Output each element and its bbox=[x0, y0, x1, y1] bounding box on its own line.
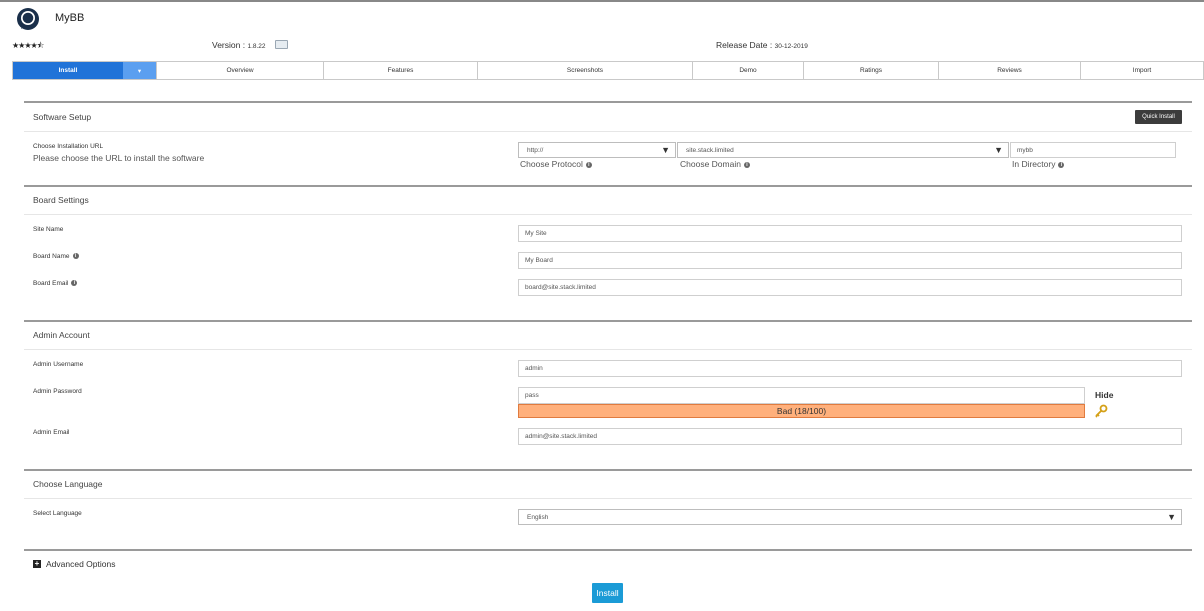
language-value: English bbox=[527, 513, 549, 521]
tab-screenshots[interactable]: Screenshots bbox=[478, 62, 693, 79]
version-value: 1.8.22 bbox=[247, 43, 266, 50]
advanced-options-toggle[interactable]: + Advanced Options bbox=[33, 559, 115, 569]
domain-caption: Choose Domain i bbox=[680, 159, 750, 169]
hide-password-link[interactable]: Hide bbox=[1095, 390, 1113, 400]
info-icon[interactable]: i bbox=[71, 280, 78, 287]
section-subdivider bbox=[24, 214, 1192, 215]
quick-install-button[interactable]: Quick Install bbox=[1135, 110, 1182, 124]
section-subdivider bbox=[24, 349, 1192, 350]
installation-url-label: Choose Installation URL bbox=[33, 143, 104, 150]
board-name-label: Board Name i bbox=[33, 253, 79, 260]
language-select[interactable]: English ▼ bbox=[518, 509, 1182, 525]
board-settings-title: Board Settings bbox=[33, 195, 89, 205]
admin-email-label: Admin Email bbox=[33, 429, 70, 436]
protocol-select[interactable]: http:// ▼ bbox=[518, 142, 676, 158]
plus-icon: + bbox=[33, 559, 41, 568]
protocol-caption: Choose Protocol i bbox=[520, 159, 592, 169]
admin-email-input[interactable]: admin@site.stack.limited bbox=[518, 428, 1182, 445]
section-divider bbox=[24, 469, 1192, 471]
directory-input[interactable]: mybb bbox=[1010, 142, 1176, 158]
software-setup-title: Software Setup bbox=[33, 112, 92, 122]
top-border bbox=[0, 0, 1204, 2]
tab-reviews[interactable]: Reviews bbox=[939, 62, 1081, 79]
version-label: Version : bbox=[212, 40, 246, 50]
installation-url-hint: Please choose the URL to install the sof… bbox=[33, 153, 205, 163]
site-name-label: Site Name bbox=[33, 226, 64, 233]
section-subdivider bbox=[24, 131, 1192, 132]
chevron-down-icon: ▼ bbox=[1167, 512, 1176, 522]
tab-demo[interactable]: Demo bbox=[693, 62, 804, 79]
section-divider bbox=[24, 101, 1192, 103]
changelog-icon[interactable] bbox=[275, 40, 288, 49]
select-language-label: Select Language bbox=[33, 510, 82, 517]
tab-import[interactable]: Import bbox=[1081, 62, 1203, 79]
info-icon[interactable]: i bbox=[1058, 161, 1065, 168]
admin-account-title: Admin Account bbox=[33, 330, 90, 340]
advanced-options-label: Advanced Options bbox=[46, 559, 116, 569]
password-strength-meter: Bad (18/100) bbox=[518, 404, 1085, 418]
app-title: MyBB bbox=[55, 12, 85, 24]
tab-ratings[interactable]: Ratings bbox=[804, 62, 939, 79]
chevron-down-icon: ▼ bbox=[994, 145, 1003, 155]
domain-value: site.stack.limited bbox=[686, 146, 734, 154]
mybb-logo-icon bbox=[17, 8, 39, 30]
rating-stars: ★★★★⯪ bbox=[12, 41, 44, 50]
version-info: Version : 1.8.22 bbox=[212, 40, 266, 50]
key-icon[interactable] bbox=[1094, 404, 1108, 418]
info-icon[interactable]: i bbox=[72, 253, 79, 260]
section-divider bbox=[24, 185, 1192, 187]
section-subdivider bbox=[24, 498, 1192, 499]
section-divider bbox=[24, 549, 1192, 551]
tab-install-dropdown[interactable]: ▾ bbox=[123, 62, 157, 79]
site-name-input[interactable]: My Site bbox=[518, 225, 1182, 242]
install-button[interactable]: Install bbox=[592, 583, 623, 603]
release-value: 30-12-2019 bbox=[774, 43, 808, 50]
directory-caption: In Directory i bbox=[1012, 159, 1065, 169]
tab-bar: Install ▾ Overview Features Screenshots … bbox=[12, 61, 1204, 80]
admin-password-input[interactable]: pass bbox=[518, 387, 1085, 404]
choose-language-title: Choose Language bbox=[33, 479, 103, 489]
info-icon[interactable]: i bbox=[585, 161, 592, 168]
admin-password-label: Admin Password bbox=[33, 388, 82, 395]
board-email-input[interactable]: board@site.stack.limited bbox=[518, 279, 1182, 296]
release-info: Release Date : 30-12-2019 bbox=[716, 40, 808, 50]
domain-select[interactable]: site.stack.limited ▼ bbox=[677, 142, 1009, 158]
board-email-label: Board Email i bbox=[33, 280, 78, 287]
board-name-input[interactable]: My Board bbox=[518, 252, 1182, 269]
admin-username-input[interactable]: admin bbox=[518, 360, 1182, 377]
release-label: Release Date : bbox=[716, 40, 773, 50]
chevron-down-icon: ▼ bbox=[661, 145, 670, 155]
tab-install[interactable]: Install bbox=[13, 62, 123, 79]
tab-features[interactable]: Features bbox=[324, 62, 478, 79]
tab-overview[interactable]: Overview bbox=[157, 62, 324, 79]
section-divider bbox=[24, 320, 1192, 322]
admin-username-label: Admin Username bbox=[33, 361, 84, 368]
info-icon[interactable]: i bbox=[743, 161, 750, 168]
protocol-value: http:// bbox=[527, 146, 544, 154]
